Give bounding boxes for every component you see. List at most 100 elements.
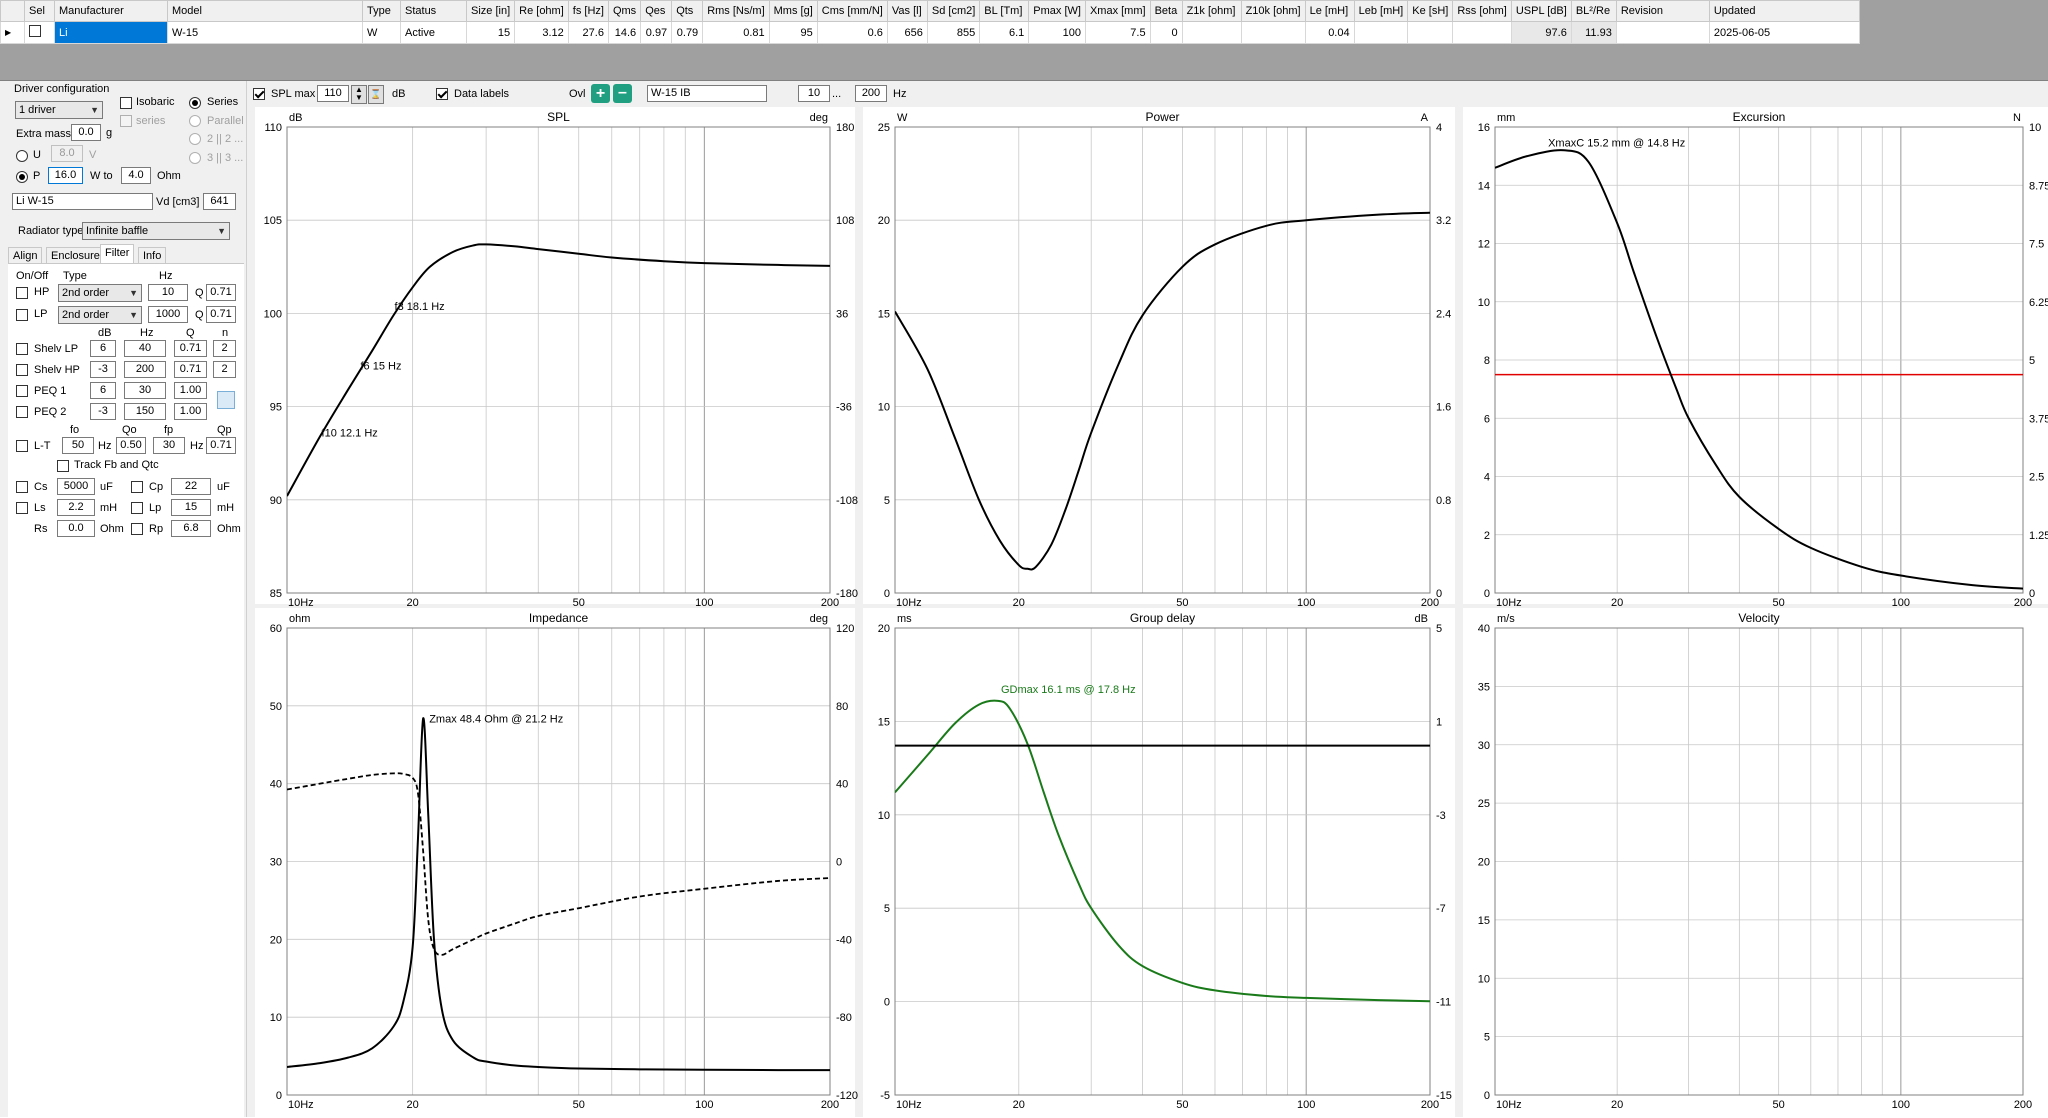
cell-qes[interactable]: 0.97 bbox=[640, 21, 673, 44]
cell-beta[interactable]: 0 bbox=[1149, 21, 1183, 44]
spl-max-input[interactable]: 110 bbox=[317, 85, 349, 102]
cp-checkbox[interactable] bbox=[131, 481, 143, 493]
cell-leb-mh[interactable] bbox=[1353, 21, 1409, 44]
series-checkbox[interactable] bbox=[120, 115, 132, 127]
driver-name-input[interactable]: Li W-15 bbox=[12, 193, 153, 210]
option-3-radio[interactable] bbox=[189, 152, 201, 164]
column-header[interactable]: Sd [cm2] bbox=[926, 0, 981, 22]
sel-checkbox[interactable] bbox=[29, 25, 41, 37]
cell-fs-hz[interactable]: 27.6 bbox=[567, 21, 609, 44]
lt-fp-input[interactable]: 30 bbox=[153, 437, 185, 454]
table-row[interactable]: ▶ Li W-15 W Active 15 3.12 27.6 14.6 0.97 0.79 0.81… bbox=[0, 21, 1860, 44]
cell-size-in[interactable]: 15 bbox=[465, 21, 516, 44]
shelv-hp-db-input[interactable]: -3 bbox=[90, 361, 116, 378]
cell-bl-re[interactable]: 11.93 bbox=[1570, 21, 1617, 44]
cell-sd-cm2[interactable]: 855 bbox=[926, 21, 981, 44]
peq1-q-input[interactable]: 1.00 bbox=[174, 382, 207, 399]
cell-revision[interactable] bbox=[1615, 21, 1710, 44]
track-checkbox[interactable] bbox=[57, 460, 69, 472]
cs-input[interactable]: 5000 bbox=[57, 478, 95, 495]
hp-q-input[interactable]: 0.71 bbox=[206, 284, 236, 301]
cell-uspl-db[interactable]: 97.6 bbox=[1510, 21, 1572, 44]
group-delay-chart[interactable]: 20 5 15 1 10 -3 5 -7 0 -11 -5 -15 10Hz 20 50 100 200 Grou… bbox=[863, 608, 1455, 1117]
column-header[interactable]: Mms [g] bbox=[768, 0, 818, 22]
peq1-db-input[interactable]: 6 bbox=[90, 382, 116, 399]
column-header[interactable]: Rms [Ns/m] bbox=[702, 0, 770, 22]
column-header[interactable]: BL²/Re bbox=[1570, 0, 1617, 22]
lt-qo-input[interactable]: 0.50 bbox=[116, 437, 146, 454]
lp-series-checkbox[interactable] bbox=[131, 502, 143, 514]
shelv-lp-db-input[interactable]: 6 bbox=[90, 340, 116, 357]
peq2-hz-input[interactable]: 150 bbox=[124, 403, 166, 420]
spin-icon[interactable]: ▲ ▼ bbox=[351, 85, 367, 104]
hp-hz-input[interactable]: 10 bbox=[148, 284, 188, 301]
column-header[interactable]: Rss [ohm] bbox=[1452, 0, 1512, 22]
cell-status[interactable]: Active bbox=[400, 21, 467, 44]
cell-rms-ns-m[interactable]: 0.81 bbox=[702, 21, 770, 44]
ls-input[interactable]: 2.2 bbox=[57, 499, 95, 516]
column-header[interactable]: Ke [sH] bbox=[1407, 0, 1454, 22]
column-header[interactable]: Manufacturer bbox=[54, 0, 168, 22]
column-header[interactable]: Type bbox=[362, 0, 401, 22]
shelv-hp-hz-input[interactable]: 200 bbox=[124, 361, 166, 378]
lp-checkbox[interactable] bbox=[16, 309, 28, 321]
cell-z1k-ohm[interactable] bbox=[1181, 21, 1242, 44]
column-header[interactable]: Pmax [W] bbox=[1028, 0, 1086, 22]
power-chart[interactable]: 25 4 20 3.2 15 2.4 10 1.6 5 0.8 0 0 10Hz 20 50 100 200 Po… bbox=[863, 107, 1455, 609]
cell-ke-sh[interactable] bbox=[1407, 21, 1454, 44]
freq-min-input[interactable]: 10 bbox=[798, 85, 830, 102]
hp-type-select[interactable]: 2nd order ▼ bbox=[58, 284, 142, 302]
peq2-db-input[interactable]: -3 bbox=[90, 403, 116, 420]
column-header[interactable]: fs [Hz] bbox=[567, 0, 609, 22]
column-header[interactable]: Xmax [mm] bbox=[1084, 0, 1151, 22]
drivers-count-select[interactable]: 1 driver ▼ bbox=[15, 101, 103, 119]
copy-icon[interactable] bbox=[217, 391, 235, 409]
lt-qp-input[interactable]: 0.71 bbox=[206, 437, 236, 454]
spl-max-checkbox[interactable] bbox=[253, 88, 265, 100]
shelv-hp-checkbox[interactable] bbox=[16, 364, 28, 376]
series-radio[interactable] bbox=[189, 97, 201, 109]
shelv-lp-checkbox[interactable] bbox=[16, 343, 28, 355]
column-header[interactable]: Updated bbox=[1708, 0, 1860, 22]
peq1-hz-input[interactable]: 30 bbox=[124, 382, 166, 399]
peq2-checkbox[interactable] bbox=[16, 406, 28, 418]
cell-qts[interactable]: 0.79 bbox=[671, 21, 704, 44]
velocity-chart[interactable]: 40 35 30 25 20 15 10 5 0 10Hz 20 50 100 200 Velocity m/… bbox=[1463, 608, 2048, 1117]
ls-checkbox[interactable] bbox=[16, 502, 28, 514]
lp-hz-input[interactable]: 1000 bbox=[148, 306, 188, 323]
voltage-radio[interactable] bbox=[16, 150, 28, 162]
overlay-name-input[interactable]: W-15 IB bbox=[647, 85, 767, 102]
cell-z10k-ohm[interactable] bbox=[1240, 21, 1306, 44]
column-header[interactable]: Cms [mm/N] bbox=[816, 0, 888, 22]
cell-model[interactable]: W-15 bbox=[167, 21, 363, 44]
cell-bl-tm[interactable]: 6.1 bbox=[979, 21, 1030, 44]
remove-overlay-icon[interactable]: – bbox=[613, 84, 632, 103]
fit-icon[interactable]: ⌛ bbox=[368, 85, 384, 104]
cell-rss-ohm[interactable] bbox=[1452, 21, 1512, 44]
cell-qms[interactable]: 14.6 bbox=[607, 21, 642, 44]
column-header[interactable]: Size [in] bbox=[465, 0, 516, 22]
cell-xmax-mm[interactable]: 7.5 bbox=[1084, 21, 1151, 44]
column-header[interactable]: Qes bbox=[640, 0, 673, 22]
shelv-lp-hz-input[interactable]: 40 bbox=[124, 340, 166, 357]
sel-cell[interactable] bbox=[24, 21, 55, 44]
data-labels-checkbox[interactable] bbox=[436, 88, 448, 100]
cell-re-ohm[interactable]: 3.12 bbox=[514, 21, 569, 44]
voltage-input[interactable]: 8.0 bbox=[51, 145, 83, 162]
column-header[interactable]: Status bbox=[400, 0, 467, 22]
cell-pmax-w[interactable]: 100 bbox=[1028, 21, 1086, 44]
cell-le-mh[interactable]: 0.04 bbox=[1304, 21, 1355, 44]
cell-type[interactable]: W bbox=[362, 21, 401, 44]
lt-checkbox[interactable] bbox=[16, 440, 28, 452]
cell-cms-mm-n[interactable]: 0.6 bbox=[816, 21, 888, 44]
cp-input[interactable]: 22 bbox=[171, 478, 211, 495]
column-header[interactable]: Vas [l] bbox=[886, 0, 928, 22]
column-header[interactable]: Qms bbox=[607, 0, 642, 22]
cs-checkbox[interactable] bbox=[16, 481, 28, 493]
shelv-lp-q-input[interactable]: 0.71 bbox=[174, 340, 207, 357]
cell-manufacturer[interactable]: Li bbox=[54, 21, 168, 44]
excursion-chart[interactable]: 16 10 14 8.75 12 7.5 10 6.25 8 5 6 3.75 4 2.5 2 1.25 0 0 1… bbox=[1463, 107, 2048, 609]
rp-input[interactable]: 6.8 bbox=[171, 520, 211, 537]
lt-fo-input[interactable]: 50 bbox=[62, 437, 94, 454]
add-overlay-icon[interactable]: + bbox=[591, 84, 610, 103]
